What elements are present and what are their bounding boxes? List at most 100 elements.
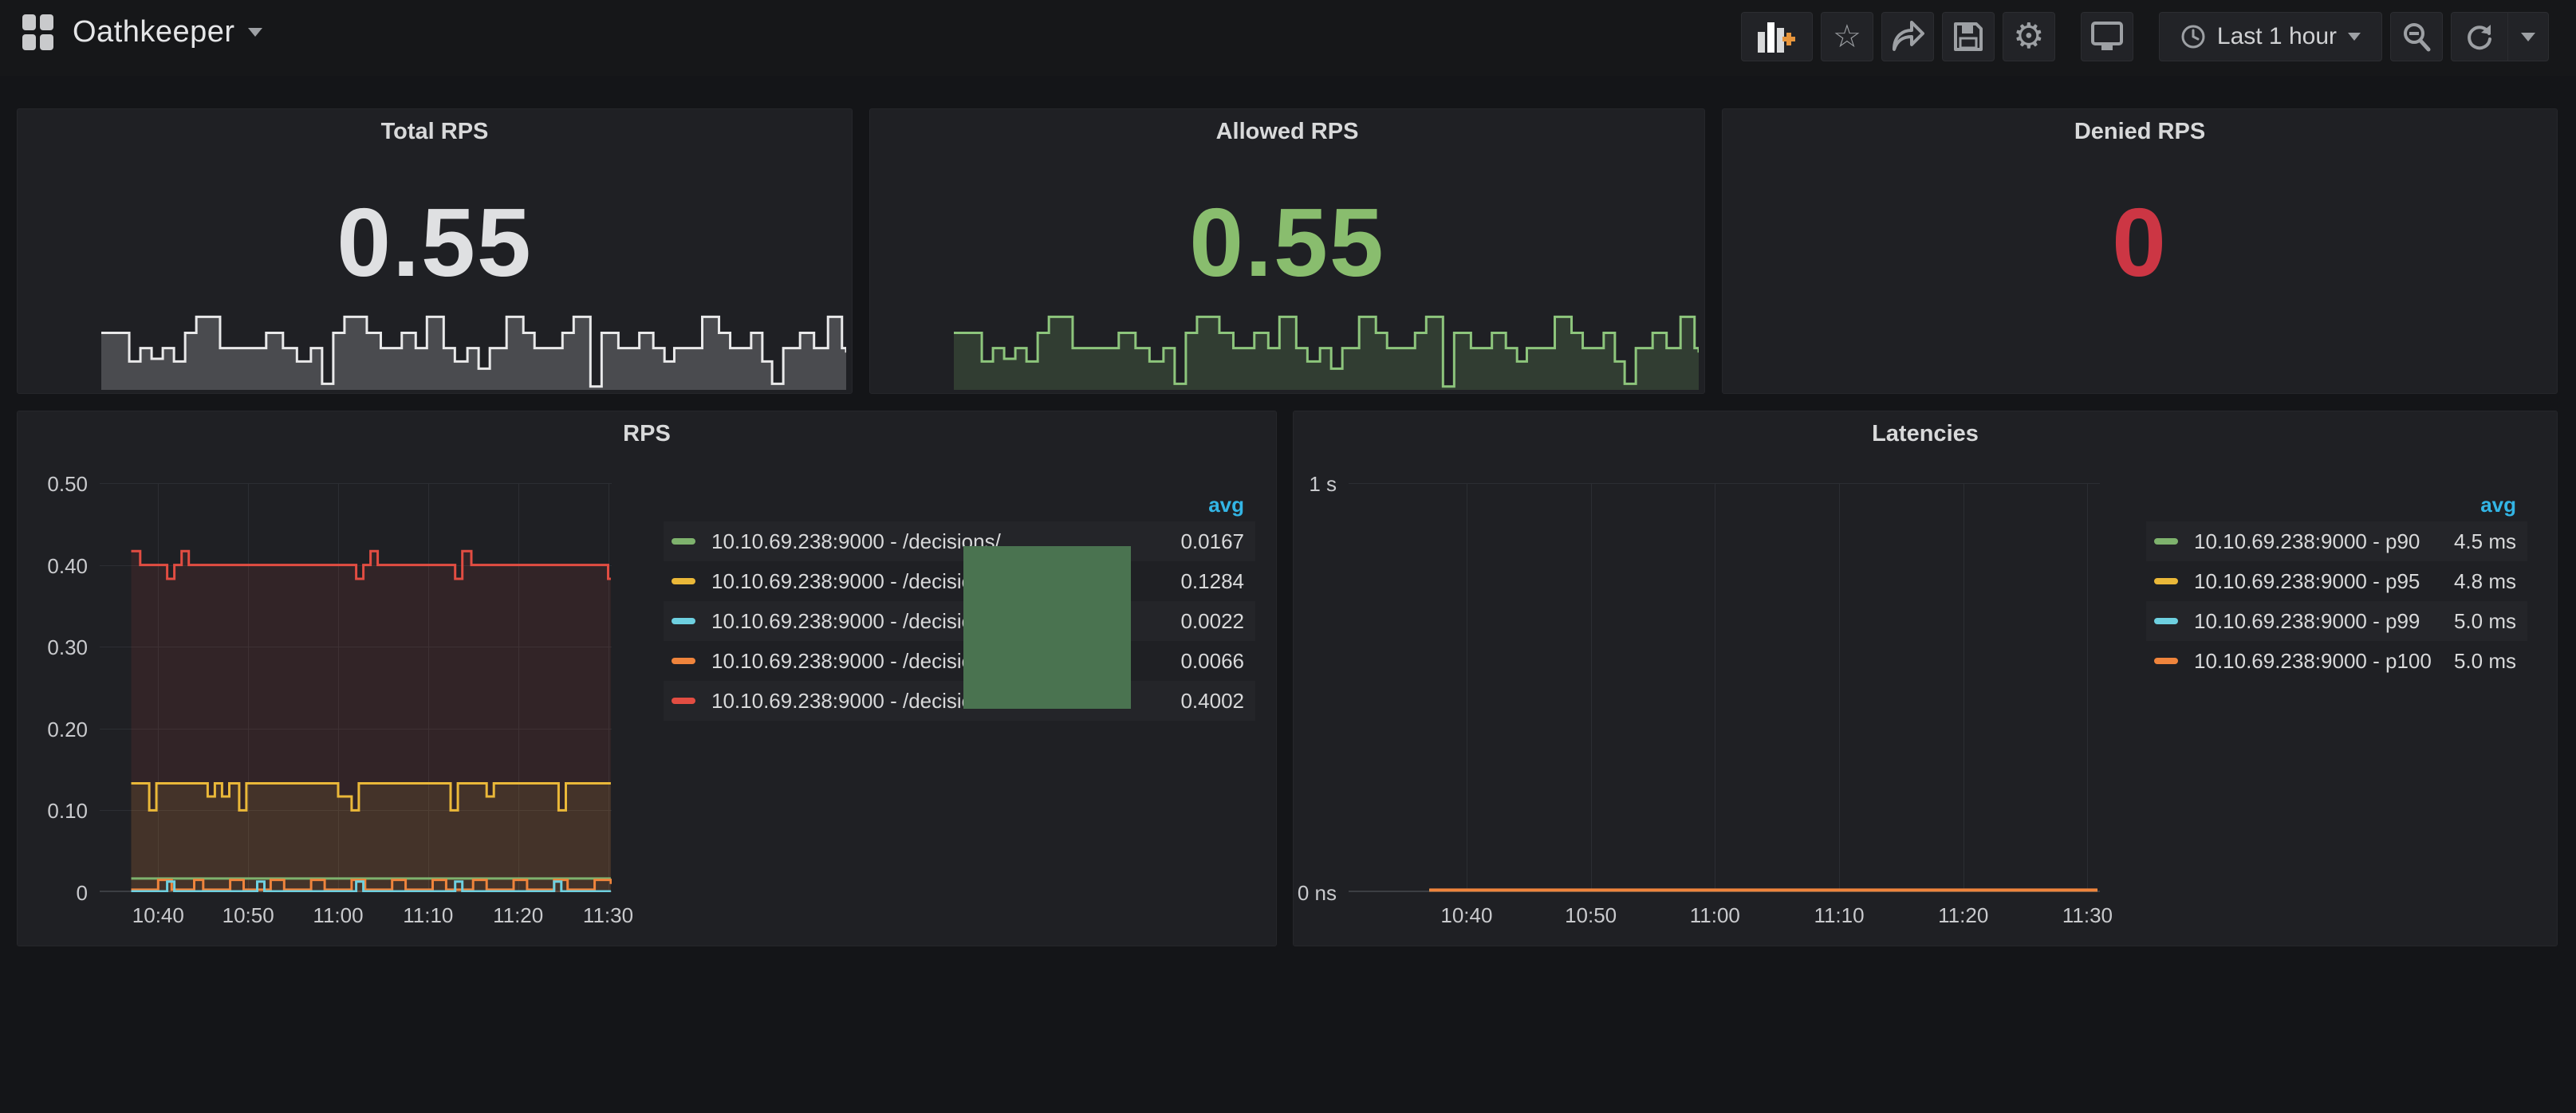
x-tick-label: 11:10 <box>403 903 453 928</box>
legend-value: 5.0 ms <box>2454 649 2516 674</box>
legend-value: 0.0066 <box>1180 649 1244 674</box>
latencies-plot-area[interactable] <box>1349 483 2100 892</box>
legend-row[interactable]: 10.10.69.238:9000 - /decisions/0.0167 <box>664 521 1255 561</box>
star-button[interactable]: ☆ <box>1821 12 1873 61</box>
legend-series-color[interactable] <box>2154 618 2178 624</box>
chevron-down-icon <box>2521 33 2535 41</box>
legend-row[interactable]: 10.10.69.238:9000 - /decisions/0.0066 <box>664 641 1255 681</box>
y-tick-label: 0 <box>18 881 88 906</box>
legend-series-color[interactable] <box>2154 578 2178 584</box>
redaction-overlay <box>963 546 1131 709</box>
y-tick-label: 0.20 <box>18 718 88 742</box>
stat-value: 0 <box>1723 187 2557 298</box>
sparkline <box>101 296 846 390</box>
x-tick-label: 11:30 <box>2062 903 2113 928</box>
chevron-down-icon <box>2348 33 2361 41</box>
add-panel-button[interactable] <box>1741 12 1813 61</box>
refresh-interval-dropdown[interactable] <box>2508 13 2548 61</box>
panel-denied-rps: Denied RPS 0 <box>1722 108 2558 394</box>
dashboard-title[interactable]: Oathkeeper <box>73 15 235 49</box>
y-tick-label: 0.10 <box>18 799 88 824</box>
tv-icon <box>2090 21 2124 53</box>
star-icon: ☆ <box>1833 21 1861 53</box>
x-tick-label: 11:00 <box>1690 903 1740 928</box>
panel-title[interactable]: Total RPS <box>18 119 852 145</box>
legend-series-color[interactable] <box>672 618 695 624</box>
save-button[interactable] <box>1942 12 1995 61</box>
panel-latencies-graph: Latencies 0 ns 1 s 10:40 10:50 11:00 11:10 11… <box>1293 411 2558 946</box>
legend-value: 4.8 ms <box>2454 569 2516 594</box>
legend-value: 0.1284 <box>1180 569 1244 594</box>
settings-button[interactable]: ⚙ <box>2003 12 2055 61</box>
stat-value: 0.55 <box>18 187 852 298</box>
tv-mode-button[interactable] <box>2081 12 2133 61</box>
add-panel-icon <box>1756 19 1798 54</box>
x-tick-label: 11:00 <box>313 903 363 928</box>
legend-value: 0.0022 <box>1180 609 1244 634</box>
legend-row[interactable]: 10.10.69.238:9000 - /decisions/0.1284 <box>664 561 1255 601</box>
legend-value: 4.5 ms <box>2454 529 2516 554</box>
refresh-button[interactable] <box>2452 13 2507 61</box>
refresh-icon <box>2464 22 2495 52</box>
legend-series-color[interactable] <box>2154 658 2178 664</box>
sparkline <box>954 296 1699 390</box>
legend-series-color[interactable] <box>672 658 695 664</box>
gear-icon: ⚙ <box>2013 19 2044 54</box>
legend-label[interactable]: 10.10.69.238:9000 - p100 <box>2194 649 2438 674</box>
legend-row[interactable]: 10.10.69.238:9000 - p90 4.5 ms <box>2146 521 2527 561</box>
zoom-out-button[interactable] <box>2390 12 2443 61</box>
legend-header-avg: avg <box>664 488 1255 521</box>
legend-value: 0.4002 <box>1180 689 1244 714</box>
legend-label[interactable]: 10.10.69.238:9000 - p90 <box>2194 529 2438 554</box>
y-tick-label: 0.40 <box>18 554 88 579</box>
zoom-out-icon <box>2401 21 2432 53</box>
legend-row[interactable]: 10.10.69.238:9000 - p100 5.0 ms <box>2146 641 2527 681</box>
stat-value: 0.55 <box>870 187 1704 298</box>
x-tick-label: 11:30 <box>583 903 633 928</box>
legend-series-color[interactable] <box>2154 538 2178 545</box>
legend-value: 5.0 ms <box>2454 609 2516 634</box>
legend-series-color[interactable] <box>672 538 695 545</box>
legend-row[interactable]: 10.10.69.238:9000 - p99 5.0 ms <box>2146 601 2527 641</box>
legend-header-avg: avg <box>2146 488 2527 521</box>
legend-row[interactable]: 10.10.69.238:9000 - p95 4.8 ms <box>2146 561 2527 601</box>
legend-series-color[interactable] <box>672 578 695 584</box>
y-tick-label: 0.30 <box>18 635 88 660</box>
dashboard-grid-icon <box>22 14 53 50</box>
latencies-legend: avg10.10.69.238:9000 - p904.5 ms10.10.69… <box>2146 488 2527 681</box>
y-tick-label: 1 s <box>1294 472 1337 497</box>
toolbar: ☆ ⚙ <box>1733 11 2549 62</box>
legend-label[interactable]: 10.10.69.238:9000 - p95 <box>2194 569 2438 594</box>
panel-title[interactable]: Denied RPS <box>1723 119 2557 145</box>
refresh-button-group <box>2451 12 2549 61</box>
time-range-label: Last 1 hour <box>2217 23 2337 50</box>
rps-plot-area[interactable] <box>100 483 612 892</box>
x-tick-label: 11:10 <box>1814 903 1864 928</box>
chevron-down-icon <box>248 28 262 37</box>
clock-icon <box>2180 24 2206 49</box>
legend-label[interactable]: 10.10.69.238:9000 - p99 <box>2194 609 2438 634</box>
rps-legend: avg10.10.69.238:9000 - /decisions/0.0167… <box>664 488 1255 721</box>
legend-row[interactable]: 10.10.69.238:9000 - /decisions/0.4002 <box>664 681 1255 721</box>
dashboard-menu[interactable]: Oathkeeper <box>22 14 262 50</box>
panel-title[interactable]: Allowed RPS <box>870 119 1704 145</box>
y-tick-label: 0 ns <box>1294 881 1337 906</box>
x-tick-label: 10:50 <box>223 903 274 928</box>
y-tick-label: 0.50 <box>18 472 88 497</box>
panel-title[interactable]: Latencies <box>1294 421 2557 447</box>
legend-series-color[interactable] <box>672 698 695 704</box>
x-tick-label: 10:40 <box>1440 903 1492 928</box>
save-icon <box>1952 21 1984 53</box>
share-icon <box>1891 21 1924 53</box>
x-tick-label: 11:20 <box>493 903 543 928</box>
top-navbar: Oathkeeper ☆ <box>0 0 2576 76</box>
x-tick-label: 10:50 <box>1565 903 1617 928</box>
legend-value: 0.0167 <box>1180 529 1244 554</box>
time-range-picker[interactable]: Last 1 hour <box>2159 12 2382 61</box>
share-button[interactable] <box>1881 12 1934 61</box>
x-tick-label: 11:20 <box>1938 903 1988 928</box>
panel-allowed-rps: Allowed RPS 0.55 <box>869 108 1705 394</box>
panel-total-rps: Total RPS 0.55 <box>17 108 853 394</box>
panel-title[interactable]: RPS <box>18 421 1276 447</box>
legend-row[interactable]: 10.10.69.238:9000 - /decisions/0.0022 <box>664 601 1255 641</box>
